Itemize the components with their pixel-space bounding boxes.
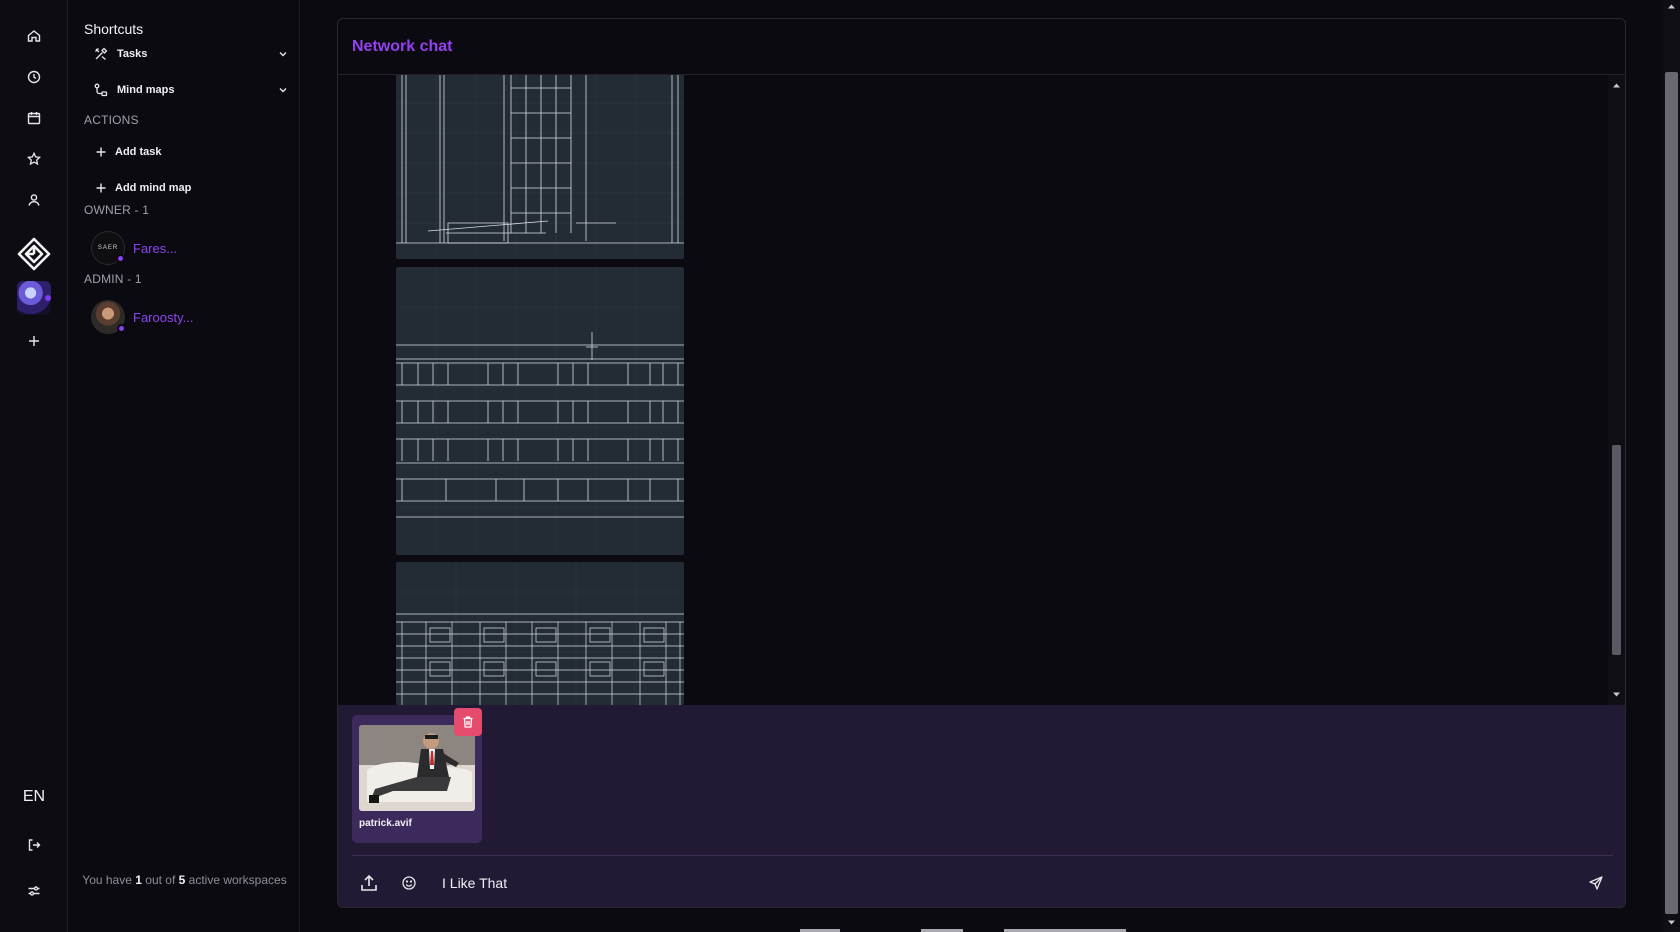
send-icon[interactable] xyxy=(1579,866,1613,900)
shortcuts-title: Shortcuts xyxy=(84,21,144,37)
active-workspaces-note: You have 1 out of 5 active workspaces xyxy=(82,873,287,887)
scroll-up-icon[interactable] xyxy=(1667,2,1676,11)
add-mind-map-button[interactable]: Add mind map xyxy=(95,178,191,198)
add-task-button[interactable]: Add task xyxy=(95,142,161,162)
settings-sliders-icon[interactable] xyxy=(20,877,48,905)
member-name: Fares... xyxy=(133,240,178,256)
message-image[interactable] xyxy=(396,562,684,705)
plus-icon xyxy=(95,182,107,194)
shortcut-mind-maps[interactable]: Mind maps xyxy=(93,79,293,101)
clock-icon[interactable] xyxy=(20,63,48,91)
composer-input-row xyxy=(352,863,1613,903)
message-input[interactable] xyxy=(442,875,1579,891)
online-status-dot xyxy=(117,324,126,333)
language-switch[interactable]: EN xyxy=(0,788,68,806)
admin-section-label: ADMIN - 1 xyxy=(84,272,142,286)
home-icon[interactable] xyxy=(20,22,48,50)
chevron-down-icon[interactable] xyxy=(277,48,289,60)
workspace-avatar[interactable] xyxy=(17,281,51,315)
member-name: Faroosty... xyxy=(133,309,194,325)
attachment-image xyxy=(359,725,475,811)
add-workspace-icon[interactable] xyxy=(20,327,48,355)
chevron-down-icon[interactable] xyxy=(277,84,289,96)
admin-member[interactable]: Faroosty... xyxy=(91,299,193,335)
scroll-down-icon[interactable] xyxy=(1667,918,1676,927)
shortcut-tasks[interactable]: Tasks xyxy=(93,43,293,65)
mindmap-icon xyxy=(93,82,109,98)
workspace-rail: EN xyxy=(0,0,68,932)
message-composer: patrick.avif xyxy=(338,705,1625,907)
scroll-up-icon[interactable] xyxy=(1612,81,1621,90)
page-scrollbar[interactable] xyxy=(1663,0,1680,932)
message-image[interactable] xyxy=(396,75,684,259)
message-scrollbar[interactable] xyxy=(1608,75,1625,705)
logout-icon[interactable] xyxy=(20,831,48,859)
network-chat-panel: Network chat patrick.avif I Like That xyxy=(337,18,1626,908)
upload-icon[interactable] xyxy=(352,866,386,900)
add-mind-map-label: Add mind map xyxy=(115,182,192,194)
tools-icon xyxy=(93,46,109,62)
workspace-sidebar: Shortcuts Tasks Mind maps ACTIONS Add ta… xyxy=(69,0,300,932)
scrollbar-thumb[interactable] xyxy=(1665,72,1678,914)
owner-member[interactable]: SAER Fares... xyxy=(91,230,177,266)
chat-header: Network chat xyxy=(338,19,1625,75)
actions-label: ACTIONS xyxy=(84,113,139,127)
emoji-icon[interactable] xyxy=(392,866,426,900)
attachment-filename: patrick.avif xyxy=(359,818,412,829)
user-icon[interactable] xyxy=(20,186,48,214)
workspace-logo-icon[interactable] xyxy=(16,236,52,272)
online-status-dot xyxy=(116,254,125,263)
star-icon[interactable] xyxy=(20,145,48,173)
avatar xyxy=(91,300,126,334)
message-list[interactable] xyxy=(338,75,1610,705)
trash-icon xyxy=(463,716,473,728)
shortcut-label: Tasks xyxy=(117,48,148,60)
add-task-label: Add task xyxy=(115,146,162,158)
composer-divider xyxy=(352,855,1613,856)
scroll-down-icon[interactable] xyxy=(1612,690,1621,699)
plus-icon xyxy=(95,146,107,158)
calendar-icon[interactable] xyxy=(20,104,48,132)
shortcut-label: Mind maps xyxy=(117,84,175,96)
message-image[interactable] xyxy=(396,267,684,555)
owner-section-label: OWNER - 1 xyxy=(84,203,150,217)
delete-attachment-button[interactable] xyxy=(454,708,482,736)
avatar: SAER xyxy=(91,231,125,265)
scrollbar-thumb[interactable] xyxy=(1612,445,1621,655)
chat-title: Network chat xyxy=(352,37,453,55)
avatar-text: SAER xyxy=(97,245,119,251)
